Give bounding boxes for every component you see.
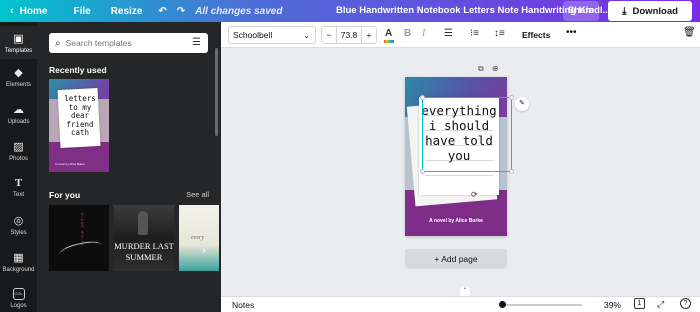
panel-scrollbar[interactable] [215, 48, 218, 136]
italic-icon[interactable]: I [422, 28, 425, 39]
font-size-stepper: − 73.8 + [321, 26, 377, 44]
save-status: All changes saved [195, 5, 283, 17]
add-page-icon[interactable]: ⊕ [492, 64, 499, 73]
file-menu[interactable]: File [73, 0, 90, 22]
see-all-link[interactable]: See all [186, 190, 209, 199]
swirl-graphic [58, 238, 104, 262]
chevron-up-icon[interactable]: ⌃ [460, 287, 470, 296]
chevron-down-icon: ⌄ [303, 30, 310, 40]
template-thumbnail[interactable]: MURDER LAST SUMMER [114, 205, 174, 271]
rail-label: Logos [10, 303, 27, 309]
text-toolbar: Schoolbell ⌄ − 73.8 + A B I ☰ ⁝≡ ↕≡ Effe… [221, 22, 700, 48]
recent-template[interactable]: letters to my dear friend cath A novel b… [49, 79, 109, 172]
download-button[interactable]: ⤓ Download [608, 1, 692, 21]
text-color-icon[interactable]: A [384, 28, 394, 43]
rail-item-logos[interactable]: COL Logos [0, 288, 37, 309]
template-thumbnail[interactable]: DIANE WHITE [49, 205, 109, 271]
add-page-button[interactable]: + Add page [405, 249, 507, 269]
rail-label: Background [2, 267, 35, 273]
more-options-icon[interactable]: ••• [566, 27, 577, 38]
spacing-icon[interactable]: ↕≡ [494, 28, 505, 39]
zoom-slider-handle[interactable] [498, 301, 506, 308]
recent-title: Recently used [49, 65, 107, 75]
align-center-icon[interactable]: ☰ [444, 28, 453, 39]
figure-graphic [138, 211, 148, 235]
bottom-bar [221, 296, 700, 312]
resize-button[interactable]: Resize [111, 0, 143, 22]
rail-item-styles[interactable]: ◎ Styles [0, 214, 37, 236]
page-tools: ⧉ ⊕ [478, 64, 506, 74]
font-size-increase[interactable]: + [362, 30, 376, 40]
search-icon: ⌕ [55, 37, 61, 49]
recent-cover-text: letters to my dear friend cath [64, 94, 96, 137]
home-button[interactable]: ‹ Home [10, 0, 47, 22]
thumb-title: MURDER LAST SUMMER [114, 241, 174, 262]
rail-label: Uploads [7, 119, 30, 125]
elements-icon: ◆ [14, 67, 23, 79]
recent-byline: A novel by Alice Burke [55, 162, 85, 166]
zoom-level[interactable]: 39% [604, 300, 621, 310]
notes-button[interactable]: Notes [232, 300, 254, 310]
rail-label: Templates [4, 48, 33, 54]
resize-handle[interactable] [509, 169, 514, 174]
text-icon: T [14, 177, 23, 189]
template-thumbnail[interactable]: every [179, 205, 219, 271]
duplicate-page-icon[interactable]: ⧉ [478, 64, 484, 73]
thumb-title: every [191, 235, 204, 241]
filter-icon[interactable]: ☰ [192, 37, 201, 48]
bold-icon[interactable]: B [404, 28, 411, 39]
font-family-select[interactable]: Schoolbell ⌄ [228, 26, 316, 44]
rail-item-templates[interactable]: ▣ Templates [0, 26, 37, 59]
chevron-left-icon: ‹ [10, 5, 14, 17]
search-bar: ⌕ ☰ [49, 33, 208, 53]
rail-item-elements[interactable]: ◆ Elements [0, 66, 37, 88]
logos-icon: COL [12, 288, 25, 300]
rail-label: Styles [10, 230, 27, 236]
redo-icon[interactable]: ↷ [177, 0, 185, 22]
zoom-slider-track[interactable] [500, 304, 582, 306]
background-icon: ▦ [13, 252, 24, 264]
foryou-title: For you [49, 190, 81, 200]
font-size-decrease[interactable]: − [322, 30, 336, 40]
photos-icon: ▨ [13, 141, 24, 153]
paper-line [425, 175, 493, 176]
rail-item-uploads[interactable]: ☁ Uploads [0, 103, 37, 125]
uploads-icon: ☁ [13, 104, 24, 116]
rail-label: Elements [5, 82, 31, 88]
fullscreen-icon[interactable]: ⤢ [657, 299, 664, 310]
undo-icon[interactable]: ↶ [158, 0, 166, 22]
resize-handle[interactable] [420, 95, 425, 100]
templates-icon: ▣ [13, 33, 24, 45]
download-icon: ⤓ [622, 5, 627, 17]
effects-button[interactable]: Effects [522, 30, 550, 40]
chevron-right-icon[interactable]: › [202, 245, 206, 257]
search-input[interactable] [65, 38, 184, 48]
resize-handle[interactable] [509, 95, 514, 100]
rail-item-background[interactable]: ▦ Background [0, 251, 37, 273]
share-button[interactable]: Share [563, 1, 599, 21]
help-icon[interactable]: ? [680, 298, 691, 309]
home-label: Home [19, 5, 48, 17]
rail-item-text[interactable]: T Text [0, 177, 37, 198]
rail-label: Text [12, 192, 24, 198]
top-bar: ‹ Home File Resize ↶ ↷ All changes saved… [0, 0, 700, 22]
byline-text[interactable]: A novel by Alice Burke [405, 218, 507, 224]
download-label: Download [632, 5, 678, 17]
color-bar [384, 40, 394, 43]
list-icon[interactable]: ⁝≡ [470, 28, 479, 39]
font-name: Schoolbell [233, 30, 273, 40]
trash-icon[interactable]: 🗑 [683, 27, 696, 38]
selection-box[interactable] [420, 95, 514, 174]
styles-icon: ◎ [13, 215, 24, 227]
rail-item-photos[interactable]: ▨ Photos [0, 140, 37, 162]
resize-handle[interactable] [420, 169, 425, 174]
page-number-indicator[interactable]: 1 [634, 298, 645, 309]
rotate-icon[interactable]: ⟳ [471, 190, 478, 199]
comment-icon[interactable]: ✎ [515, 97, 529, 111]
font-size-input[interactable]: 73.8 [336, 27, 362, 43]
side-rail: ▣ Templates ◆ Elements ☁ Uploads ▨ Photo… [0, 22, 37, 312]
rail-label: Photos [9, 156, 28, 162]
